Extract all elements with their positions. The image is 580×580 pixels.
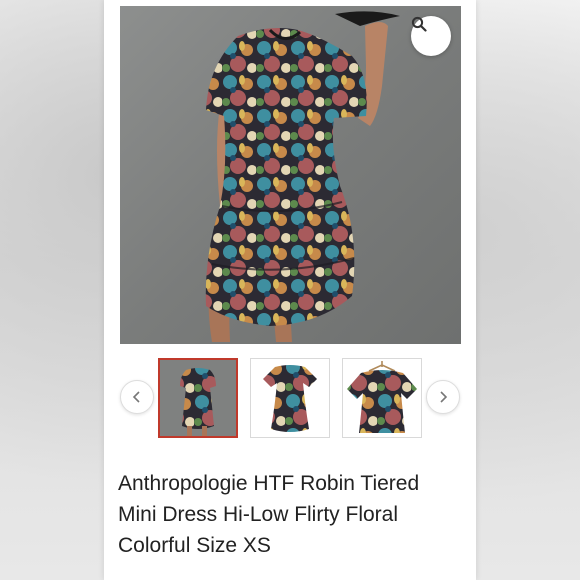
next-image-button[interactable] [426,380,460,414]
thumbnail-strip [104,354,476,442]
product-card: Anthropologie HTF Robin Tiered Mini Dres… [104,0,476,580]
magnifier-icon [411,16,427,32]
main-product-photo[interactable] [120,6,461,344]
product-title: Anthropologie HTF Robin Tiered Mini Dres… [118,472,420,557]
dress-photo-illustration [205,11,400,342]
thumbnail-hanger-image [343,359,421,437]
thumbnail-flat-front-image [251,359,329,437]
thumbnail-back-view-image [160,360,236,436]
zoom-button[interactable] [411,16,451,56]
chevron-right-icon [440,391,448,403]
thumbnail-flat-front[interactable] [250,358,330,438]
thumbnail-back-view[interactable] [158,358,238,438]
previous-image-button[interactable] [120,380,154,414]
chevron-left-icon [132,391,140,403]
thumbnail-hanger[interactable] [342,358,422,438]
